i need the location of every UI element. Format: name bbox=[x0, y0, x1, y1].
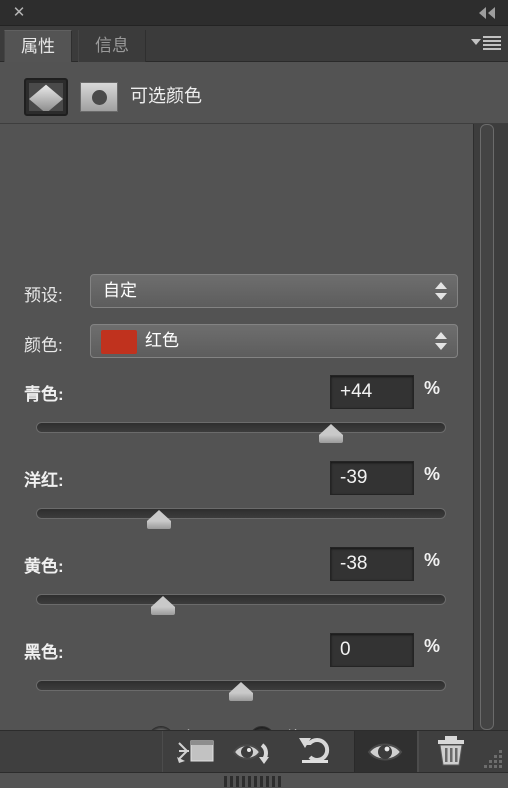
reset-button[interactable] bbox=[290, 731, 354, 773]
view-previous-state-button[interactable] bbox=[226, 731, 290, 773]
preset-value: 自定 bbox=[103, 281, 137, 300]
horizontal-scroll-grip[interactable] bbox=[224, 776, 284, 787]
color-swatch bbox=[101, 330, 137, 354]
toggle-visibility-button[interactable] bbox=[354, 731, 418, 773]
magenta-label: 洋红: bbox=[24, 471, 64, 490]
yellow-input[interactable]: -38 bbox=[330, 547, 414, 581]
color-dropdown[interactable]: 红色 bbox=[90, 324, 458, 358]
color-label: 颜色: bbox=[24, 336, 63, 355]
magenta-input[interactable]: -39 bbox=[330, 461, 414, 495]
preset-label: 预设: bbox=[24, 286, 63, 305]
collapse-panel-icon[interactable] bbox=[476, 4, 500, 22]
vertical-scrollbar[interactable] bbox=[473, 124, 508, 730]
yellow-slider-thumb[interactable] bbox=[151, 596, 176, 615]
hamburger-icon bbox=[483, 36, 501, 52]
panel-toolbar bbox=[0, 730, 508, 773]
yellow-unit: % bbox=[424, 550, 441, 570]
yellow-value: -38 bbox=[340, 553, 368, 574]
cyan-label: 青色: bbox=[24, 385, 64, 404]
yellow-slider-track[interactable] bbox=[36, 594, 446, 605]
delete-button[interactable] bbox=[418, 731, 482, 773]
cyan-unit: % bbox=[424, 378, 441, 398]
panel-menu-icon[interactable] bbox=[471, 35, 501, 53]
tab-strip: 属性 信息 bbox=[0, 26, 508, 62]
yellow-label: 黄色: bbox=[24, 557, 64, 576]
cyan-slider-thumb[interactable] bbox=[319, 424, 344, 443]
black-value: 0 bbox=[340, 639, 351, 660]
black-label: 黑色: bbox=[24, 643, 64, 662]
cyan-slider-track[interactable] bbox=[36, 422, 446, 433]
magenta-unit: % bbox=[424, 464, 441, 484]
stepper-arrows-icon bbox=[435, 332, 447, 352]
adjustment-layer-thumbnail[interactable] bbox=[24, 78, 68, 116]
adjustment-layer-header bbox=[0, 62, 508, 124]
page-title: 可选颜色 bbox=[130, 86, 202, 106]
magenta-slider-thumb[interactable] bbox=[147, 510, 171, 529]
tab-info[interactable]: 信息 bbox=[78, 30, 146, 62]
close-icon[interactable]: ✕ bbox=[10, 4, 28, 22]
layer-mask-thumbnail[interactable] bbox=[80, 82, 118, 112]
resize-grip-icon[interactable] bbox=[480, 748, 502, 768]
chevron-down-icon bbox=[471, 39, 481, 45]
magenta-value: -39 bbox=[340, 467, 368, 488]
cyan-input[interactable]: +44 bbox=[330, 375, 414, 409]
color-value: 红色 bbox=[145, 331, 179, 350]
panel-body: 预设: 自定 颜色: 红色 青色: +44 % 洋红: -39 % 黄色: -3… bbox=[0, 124, 473, 776]
stepper-arrows-icon bbox=[435, 282, 447, 302]
panel-footer bbox=[0, 772, 508, 788]
preset-dropdown[interactable]: 自定 bbox=[90, 274, 458, 308]
black-input[interactable]: 0 bbox=[330, 633, 414, 667]
magenta-slider-track[interactable] bbox=[36, 508, 446, 519]
black-slider-thumb[interactable] bbox=[229, 682, 253, 701]
panel-titlebar: ✕ bbox=[0, 0, 508, 26]
clip-to-layer-button[interactable] bbox=[162, 731, 226, 773]
black-unit: % bbox=[424, 636, 441, 656]
cyan-value: +44 bbox=[340, 381, 373, 402]
tab-properties[interactable]: 属性 bbox=[4, 30, 72, 62]
properties-panel: ✕ 属性 信息 可选颜色 预设: 自定 颜色: 红色 青色: +44 % 洋红:… bbox=[0, 0, 508, 788]
